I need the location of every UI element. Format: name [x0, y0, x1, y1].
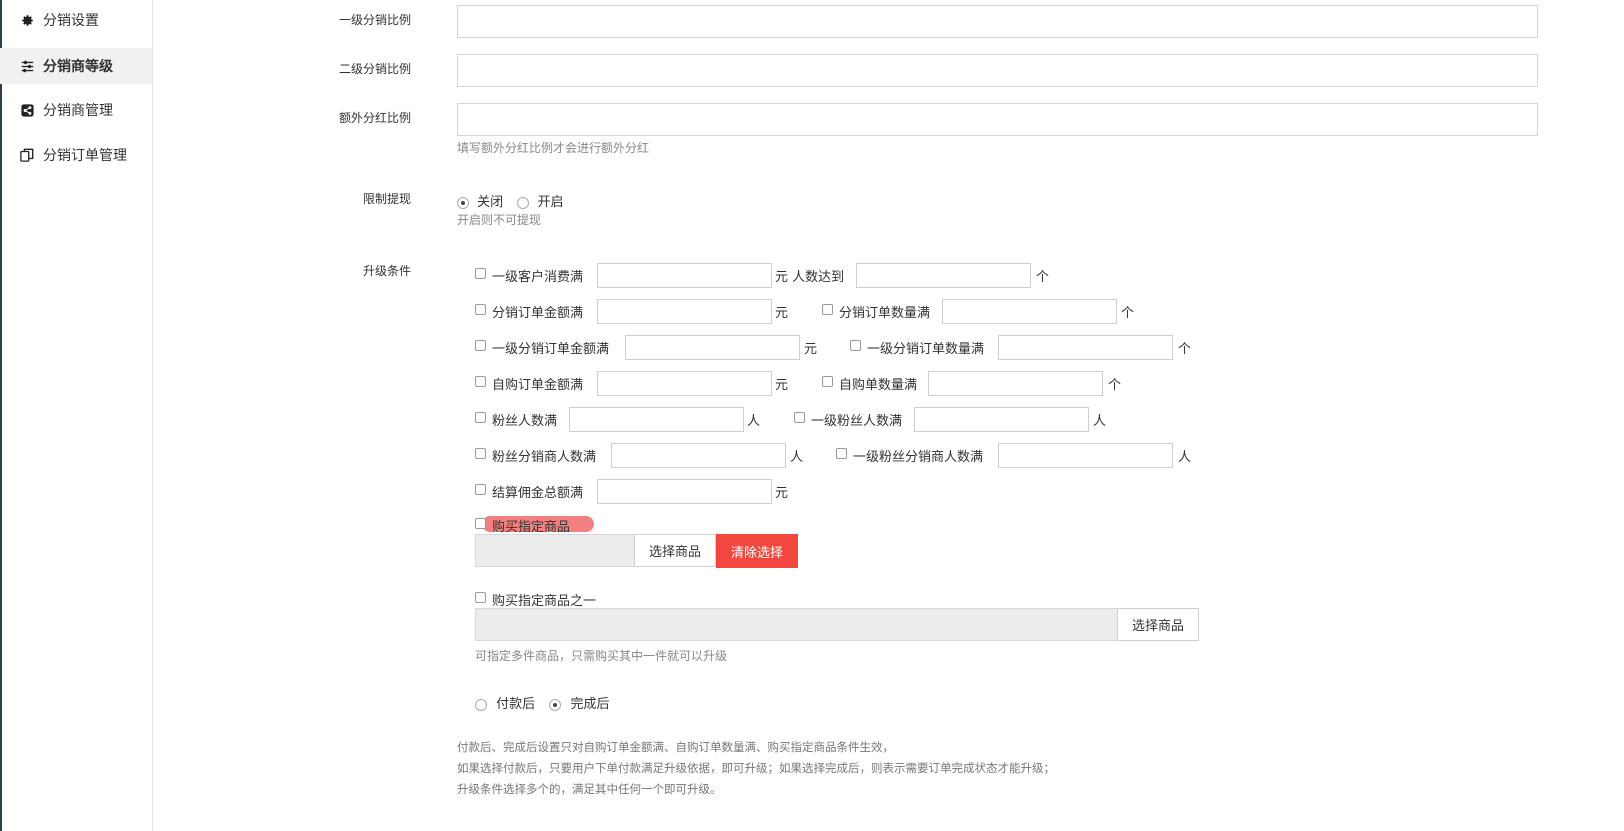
upgrade-note-line: 升级条件选择多个的，满足其中任何一个即可升级。: [457, 782, 722, 796]
withdraw-off-label: 关闭: [477, 195, 504, 210]
condition-checkbox[interactable]: [475, 592, 486, 603]
upgrade-conditions-label: 升级条件: [362, 264, 411, 278]
withdraw-radio-group: 关闭 开启: [457, 191, 563, 210]
selected-goods-multi-field: [475, 608, 1118, 641]
withdraw-on-label: 开启: [537, 195, 564, 210]
clear-selection-button[interactable]: 清除选择: [716, 534, 798, 568]
unit-label: 元: [804, 342, 818, 357]
withdraw-off-radio[interactable]: [457, 196, 469, 209]
condition-checkbox[interactable]: [475, 304, 486, 315]
level1-fan-distributor-count-input[interactable]: [998, 443, 1173, 468]
unit-label: 人: [1093, 414, 1107, 429]
condition-label: 粉丝分销商人数满: [492, 450, 597, 465]
unit-label: 人: [747, 414, 761, 429]
condition-label: 结算佣金总额满: [492, 486, 584, 501]
after-complete-label: 完成后: [570, 697, 610, 712]
withdraw-on-radio[interactable]: [517, 196, 530, 209]
after-payment-radio[interactable]: [475, 698, 487, 711]
unit-label: 个: [1108, 378, 1122, 393]
customer-count-input[interactable]: [856, 263, 1031, 288]
unit-label: 元: [775, 306, 789, 321]
upgrade-note-line: 付款后、完成后设置只对自购订单金额满、自购订单数量满、购买指定商品条件生效，: [457, 740, 894, 754]
condition-label: 分销订单数量满: [839, 306, 931, 321]
copy-icon: [20, 148, 34, 162]
condition-checkbox[interactable]: [822, 304, 833, 315]
level1-order-count-input[interactable]: [998, 335, 1173, 360]
condition-checkbox[interactable]: [475, 448, 486, 459]
self-order-count-input[interactable]: [928, 371, 1103, 396]
sidebar-item-distribution-orders[interactable]: 分销订单管理: [0, 137, 152, 173]
unit-label: 个: [1121, 306, 1135, 321]
after-complete-radio[interactable]: [549, 698, 562, 711]
condition-checkbox[interactable]: [475, 484, 486, 495]
select-goods-multi-button[interactable]: 选择商品: [1117, 608, 1199, 641]
extra-bonus-input[interactable]: [457, 103, 1538, 136]
withdraw-hint: 开启则不可提现: [457, 213, 542, 227]
self-order-amount-input[interactable]: [597, 371, 772, 396]
commission-total-input[interactable]: [597, 479, 772, 504]
withdraw-label: 限制提现: [362, 192, 411, 206]
main-panel: 一级分销比例 二级分销比例 额外分红比例 填写额外分红比例才会进行额外分红 限制…: [153, 0, 1624, 831]
condition-checkbox[interactable]: [475, 268, 486, 279]
unit-label: 元: [775, 486, 789, 501]
level1-customer-spend-input[interactable]: [597, 263, 772, 288]
condition-checkbox[interactable]: [475, 376, 486, 387]
extra-bonus-label: 额外分红比例: [338, 111, 411, 125]
unit-label: 人: [1178, 450, 1192, 465]
sidebar-item-label: 分销订单管理: [43, 148, 127, 164]
selected-goods-field: [475, 534, 635, 567]
level2-ratio-input[interactable]: [457, 54, 1538, 87]
unit-label: 个: [1036, 270, 1050, 285]
select-goods-button[interactable]: 选择商品: [634, 534, 716, 567]
condition-label: 购买指定商品之一: [492, 594, 597, 609]
sidebar-item-label: 分销商管理: [43, 103, 113, 119]
condition-label: 一级粉丝人数满: [811, 414, 903, 429]
sidebar-item-label: 分销商等级: [43, 59, 113, 75]
condition-label: 一级分销订单数量满: [867, 342, 985, 357]
after-payment-label: 付款后: [496, 697, 536, 712]
level1-ratio-label: 一级分销比例: [338, 13, 411, 27]
multi-goods-hint: 可指定多件商品，只需购买其中一件就可以升级: [475, 649, 728, 663]
unit-label: 人: [790, 450, 804, 465]
condition-checkbox[interactable]: [475, 412, 486, 423]
sidebar-item-distributor-level[interactable]: 分销商等级: [0, 48, 152, 84]
sidebar-item-label: 分销设置: [43, 13, 99, 29]
condition-label: 购买指定商品: [492, 520, 571, 535]
condition-checkbox[interactable]: [475, 518, 486, 529]
sidebar-item-distributor-management[interactable]: 分销商管理: [0, 92, 152, 128]
condition-label: 粉丝人数满: [492, 414, 558, 429]
sidebar-item-distribution-settings[interactable]: 分销设置: [0, 2, 152, 38]
sliders-icon: [20, 59, 34, 73]
condition-label: 一级粉丝分销商人数满: [853, 450, 984, 465]
condition-label: 一级客户消费满: [492, 270, 584, 285]
condition-checkbox[interactable]: [794, 412, 805, 423]
level1-order-amount-input[interactable]: [625, 335, 800, 360]
condition-checkbox[interactable]: [836, 448, 847, 459]
sidebar: 分销设置 分销商等级 分销商管理 分销订单管理: [0, 0, 153, 831]
condition-label: 一级分销订单金额满: [492, 342, 610, 357]
unit-label: 元: [775, 378, 789, 393]
level1-ratio-input[interactable]: [457, 5, 1538, 38]
upgrade-timing-radio-group: 付款后 完成后: [475, 693, 609, 712]
unit-label: 个: [1178, 342, 1192, 357]
gear-icon: [20, 13, 34, 27]
extra-bonus-hint: 填写额外分红比例才会进行额外分红: [457, 141, 650, 155]
fans-count-input[interactable]: [569, 407, 744, 432]
condition-checkbox[interactable]: [850, 340, 861, 351]
condition-label: 分销订单金额满: [492, 306, 584, 321]
upgrade-note-line: 如果选择付款后，只要用户下单付款满足升级依据，即可升级；如果选择完成后，则表示需…: [457, 761, 1055, 775]
level1-fans-count-input[interactable]: [914, 407, 1089, 432]
fan-distributor-count-input[interactable]: [611, 443, 786, 468]
condition-checkbox[interactable]: [822, 376, 833, 387]
level2-ratio-label: 二级分销比例: [338, 62, 411, 76]
unit-label: 元 人数达到: [775, 270, 845, 285]
condition-checkbox[interactable]: [475, 340, 486, 351]
order-count-input[interactable]: [942, 299, 1117, 324]
condition-label: 自购订单金额满: [492, 378, 584, 393]
share-icon: [20, 103, 34, 117]
condition-label: 自购单数量满: [839, 378, 918, 393]
order-amount-input[interactable]: [597, 299, 772, 324]
